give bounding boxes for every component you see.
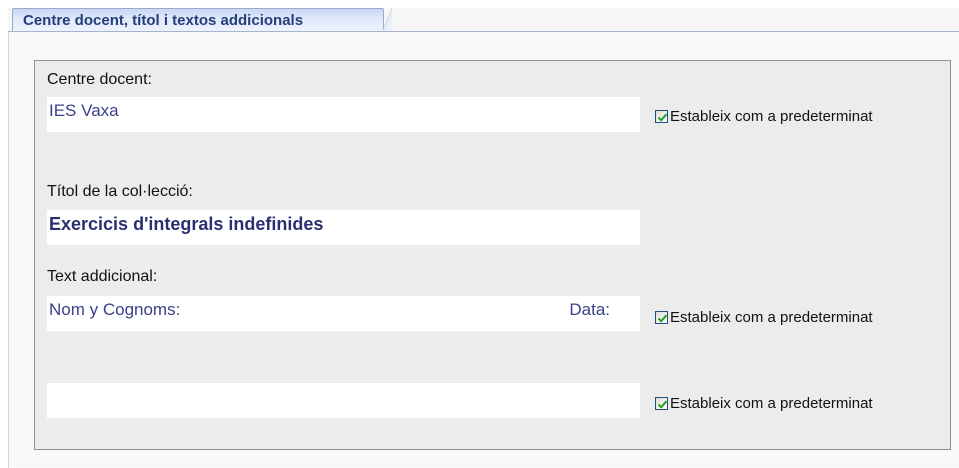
checkmark-icon: [657, 113, 668, 122]
titol-value: Exercicis d'integrals indefinides: [49, 214, 324, 234]
checkmark-icon: [657, 314, 668, 323]
centre-default-checkbox[interactable]: [655, 109, 668, 123]
centre-docent-value: IES Vaxa: [49, 101, 119, 120]
text-addicional-right-value: Data:: [569, 300, 610, 319]
text-addicional-label: Text addicional:: [47, 268, 158, 285]
text-addicional-2-default-checkbox-row[interactable]: Estableix com a predeterminat: [655, 394, 873, 412]
text-addicional-2-default-checkbox[interactable]: [655, 396, 668, 410]
checkmark-icon: [657, 400, 668, 409]
text-addicional-field[interactable]: Nom y Cognoms: Data:: [47, 296, 640, 331]
centre-docent-label: Centre docent:: [47, 71, 152, 88]
tab-label: Centre docent, títol i textos addicional…: [23, 12, 304, 29]
text-addicional-2-field[interactable]: [47, 383, 640, 418]
titol-label: Títol de la col·lecció:: [47, 183, 193, 200]
centre-docent-field[interactable]: IES Vaxa: [47, 97, 640, 132]
text-addicional-left-value: Nom y Cognoms:: [49, 300, 181, 319]
text-addicional-2-default-label: Estableix com a predeterminat: [670, 394, 873, 412]
titol-field[interactable]: Exercicis d'integrals indefinides: [47, 210, 640, 245]
text-addicional-default-checkbox[interactable]: [655, 310, 668, 324]
tab-centre-docent[interactable]: Centre docent, títol i textos addicional…: [12, 8, 392, 32]
centre-default-label: Estableix com a predeterminat: [670, 107, 873, 125]
text-addicional-default-label: Estableix com a predeterminat: [670, 308, 873, 326]
text-addicional-default-checkbox-row[interactable]: Estableix com a predeterminat: [655, 308, 873, 326]
centre-default-checkbox-row[interactable]: Estableix com a predeterminat: [655, 107, 873, 125]
